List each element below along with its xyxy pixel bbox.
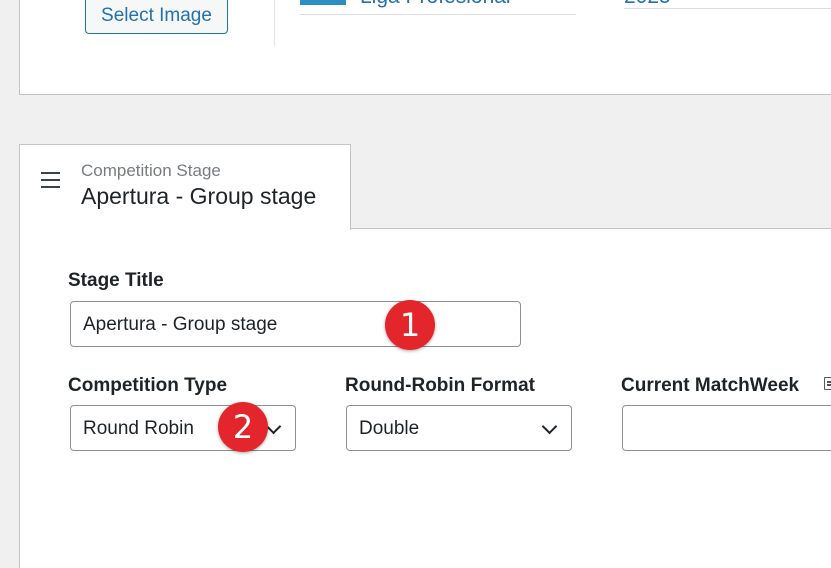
menu-icon[interactable] bbox=[41, 172, 60, 193]
round-robin-format-label: Round-Robin Format bbox=[345, 375, 535, 396]
annotation-badge-2: 2 bbox=[218, 402, 268, 452]
chevron-down-icon bbox=[265, 418, 282, 435]
league-logo-thumbnail bbox=[300, 0, 346, 5]
divider bbox=[300, 14, 576, 15]
info-icon[interactable] bbox=[824, 377, 831, 390]
competition-type-value: Round Robin bbox=[83, 418, 194, 439]
top-panel: Select Image Liga Profesional 2025 bbox=[19, 0, 831, 95]
tab-title: Apertura - Group stage bbox=[81, 183, 317, 209]
current-matchweek-input[interactable] bbox=[622, 405, 831, 451]
tab-competition-stage[interactable]: Competition Stage Apertura - Group stage bbox=[19, 144, 351, 230]
chevron-down-icon bbox=[541, 418, 558, 435]
round-robin-format-value: Double bbox=[359, 418, 420, 439]
select-image-button[interactable]: Select Image bbox=[85, 0, 228, 34]
competition-type-label: Competition Type bbox=[68, 375, 228, 396]
divider bbox=[624, 8, 831, 9]
current-matchweek-label: Current MatchWeek bbox=[621, 375, 800, 396]
league-link[interactable]: Liga Profesional bbox=[360, 0, 511, 9]
round-robin-format-select[interactable]: Double bbox=[346, 405, 572, 451]
divider bbox=[274, 0, 275, 46]
tab-subtitle: Competition Stage bbox=[81, 161, 221, 180]
annotation-badge-1: 1 bbox=[385, 300, 435, 350]
stage-title-label: Stage Title bbox=[68, 270, 164, 291]
stage-title-input[interactable]: Apertura - Group stage bbox=[70, 301, 521, 347]
stage-panel: Stage Title Apertura - Group stage Compe… bbox=[19, 228, 831, 568]
